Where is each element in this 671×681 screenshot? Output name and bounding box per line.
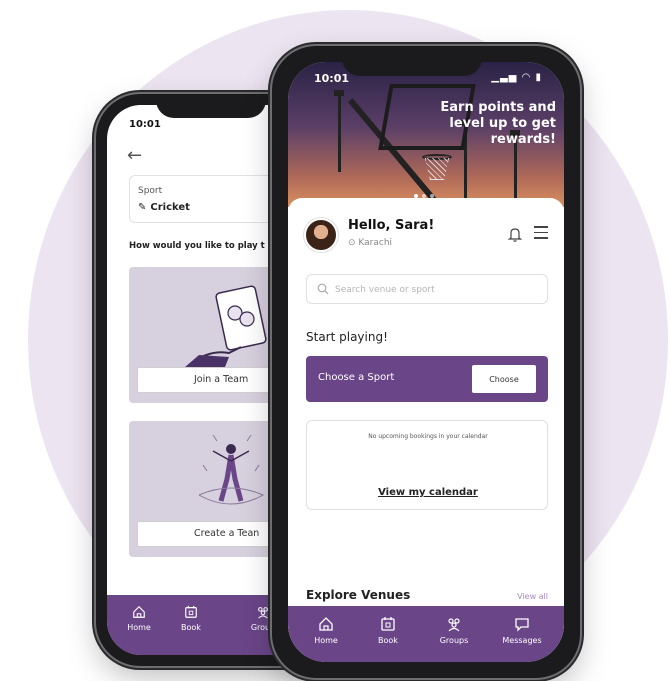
- book-icon: [185, 605, 197, 618]
- view-calendar-link[interactable]: View my calendar: [307, 487, 549, 498]
- back-phone-notch: [156, 94, 266, 118]
- message-icon: [515, 618, 529, 632]
- play-question: How would you like to play t: [129, 241, 265, 251]
- groups-icon: [258, 607, 268, 619]
- tab-home[interactable]: Home: [117, 605, 161, 632]
- front-phone-notch: [342, 46, 482, 76]
- home-icon: [319, 617, 333, 631]
- hoop-net: [425, 158, 449, 180]
- tab-book-label: Book: [378, 636, 398, 645]
- back-arrow-icon[interactable]: ←: [127, 145, 142, 166]
- home-content: Hello, Sara! ⊙ Karachi Start playing! Ch…: [288, 198, 564, 662]
- status-time: 10:01: [129, 119, 161, 130]
- tab-messages[interactable]: Messages: [492, 616, 552, 645]
- tab-groups-label: Groups: [439, 636, 469, 645]
- front-tab-bar: Home Book Groups Messages: [288, 606, 564, 662]
- location: ⊙ Karachi: [348, 238, 392, 248]
- status-time: 10:01: [314, 72, 350, 85]
- tab-book[interactable]: Book: [169, 605, 213, 632]
- start-playing-title: Start playing!: [306, 330, 388, 344]
- menu-icon[interactable]: [534, 226, 548, 240]
- bell-icon[interactable]: [508, 226, 522, 242]
- calendar-card: No upcoming bookings in your calendar Vi…: [306, 420, 548, 510]
- tab-groups[interactable]: Groups: [424, 616, 484, 645]
- hero-text: Earn points and level up to get rewards!: [406, 100, 556, 148]
- location-text: Karachi: [358, 238, 393, 248]
- choose-sport-label: Choose a Sport: [318, 372, 395, 383]
- explore-venues-title: Explore Venues: [306, 588, 411, 602]
- groups-icon: [448, 618, 460, 632]
- tab-book[interactable]: Book: [358, 616, 418, 645]
- sport-label: Sport: [138, 186, 163, 196]
- hero-line-1: Earn points and: [440, 100, 556, 115]
- front-phone-screen: Earn points and level up to get rewards!…: [288, 62, 564, 662]
- search-bar[interactable]: [306, 274, 548, 304]
- hero-line-2: level up to get: [449, 116, 556, 131]
- avatar[interactable]: [304, 218, 338, 252]
- pencil-icon: ✎: [138, 202, 147, 213]
- search-icon: [317, 283, 329, 295]
- signal-icon: ▁▃▅: [491, 72, 518, 83]
- status-icons: ▁▃▅ ◠ ▮: [491, 72, 542, 83]
- tab-home-label: Home: [127, 623, 151, 632]
- wifi-icon: ◠: [521, 72, 532, 83]
- choose-button[interactable]: Choose: [472, 365, 536, 393]
- tab-book-label: Book: [181, 623, 201, 632]
- lamp-post: [338, 92, 341, 172]
- home-icon: [133, 605, 145, 618]
- lamp-head: [334, 90, 344, 96]
- sport-value: ✎ Cricket: [138, 202, 190, 213]
- search-input[interactable]: [335, 281, 535, 299]
- tab-home-label: Home: [314, 636, 338, 645]
- tab-messages-label: Messages: [502, 636, 542, 645]
- battery-icon: ▮: [535, 72, 542, 83]
- sport-value-text: Cricket: [150, 202, 190, 213]
- front-phone: Earn points and level up to get rewards!…: [272, 46, 580, 678]
- stage: 10:01 ← Sport ✎ Cricket How would you lik…: [0, 0, 671, 681]
- location-pin-icon: ⊙: [348, 238, 356, 248]
- calendar-empty-text: No upcoming bookings in your calendar: [368, 433, 488, 440]
- book-icon: [381, 617, 395, 631]
- greeting: Hello, Sara!: [348, 218, 435, 233]
- tab-home[interactable]: Home: [296, 616, 356, 645]
- view-all-link[interactable]: View all: [517, 592, 548, 601]
- choose-sport-bar[interactable]: Choose a Sport Choose: [306, 356, 548, 402]
- hero-line-3: rewards!: [490, 132, 556, 147]
